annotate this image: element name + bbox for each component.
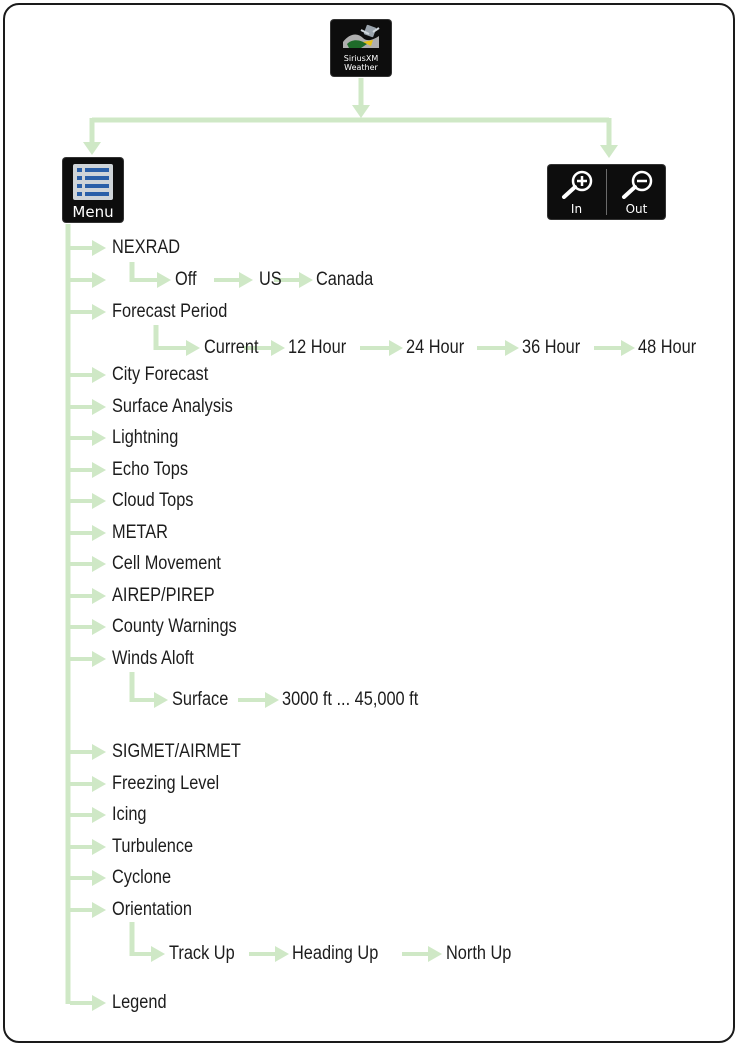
forecast-option-36-hour: 36 Hour [522,337,581,358]
arrow-menu-item-12 [70,651,106,667]
arrow-nexrad-off [130,272,171,288]
arrow-menu-item-7 [70,493,106,509]
menu-item-nexrad: NEXRAD [112,237,181,258]
arrow-menu-item-3 [70,367,106,383]
connector-lines [65,78,635,1011]
zoom-out-icon [622,170,653,199]
zoom-in-button[interactable]: In [548,165,605,219]
arrow-winds-altitudes [238,692,279,708]
arrow-orientation-heading [249,946,289,962]
zoom-divider [606,169,607,215]
arrow-nexrad-us [214,272,253,288]
menu-list-icon [73,164,113,200]
arrow-menu-item-10 [70,588,106,604]
forecast-option-48-hour: 48 Hour [638,337,697,358]
siriusxm-weather-button[interactable]: SiriusXM Weather [331,20,391,76]
forecast-option-24-hour: 24 Hour [406,337,465,358]
orientation-option-track-up: Track Up [169,943,235,964]
menu-item-lightning: Lightning [112,427,179,448]
arrow-down-main [352,78,370,118]
menu-item-winds-aloft: Winds Aloft [112,648,194,669]
menu-item-cell-movement: Cell Movement [112,553,221,574]
menu-item-county-warnings: County Warnings [112,616,237,637]
zoom-out-button[interactable]: Out [608,165,665,219]
arrow-menu-item-0 [70,240,106,256]
arrow-orientation-north [402,946,442,962]
winds-option-surface: Surface [172,689,229,710]
menu-item-airep-pirep: AIREP/PIREP [112,585,215,606]
zoom-in-icon [562,170,593,199]
siriusxm-label-line2: Weather [344,63,378,72]
menu-item-metar: METAR [112,522,168,543]
siriusxm-label-line1: SiriusXM [343,54,379,63]
arrow-menu-item-5 [70,430,106,446]
arrow-menu-item-15 [70,807,106,823]
arrow-down-zoom [600,118,618,158]
nexrad-option-off: Off [175,269,197,290]
menu-item-freezing-level: Freezing Level [112,773,220,794]
menu-item-orientation: Orientation [112,899,192,920]
arrow-menu-item-18 [70,902,106,918]
arrow-forecast-24 [360,340,403,356]
menu-item-sigmet-airmet: SIGMET/AIRMET [112,741,241,762]
menu-item-legend: Legend [112,992,167,1013]
arrow-menu-item-9 [70,556,106,572]
winds-option-altitudes: 3000 ft ... 45,000 ft [282,689,419,710]
menu-item-turbulence: Turbulence [112,836,194,857]
menu-item-icing: Icing [112,804,147,825]
arrow-menu-item-2 [70,304,106,320]
zoom-button-group: In Out [548,165,665,219]
arrow-menu-item-13 [70,744,106,760]
siriusxm-weather-icon [343,24,380,48]
forecast-option-12-hour: 12 Hour [288,337,347,358]
menu-item-echo-tops: Echo Tops [112,459,189,480]
arrow-down-menu [83,118,101,155]
menu-label: Menu [72,203,114,221]
menu-button[interactable]: Menu [63,158,123,222]
arrow-forecast-48 [594,340,635,356]
arrow-menu-item-19 [70,995,106,1011]
arrow-menu-item-6 [70,462,106,478]
orientation-option-north-up: North Up [446,943,512,964]
zoom-out-label: Out [625,202,648,216]
arrow-forecast-current [154,340,200,356]
menu-item-forecast-period: Forecast Period [112,301,228,322]
arrow-menu-item-4 [70,399,106,415]
arrow-menu-item-14 [70,776,106,792]
forecast-option-current: Current [204,337,259,358]
menu-item-cloud-tops: Cloud Tops [112,490,194,511]
orientation-option-heading-up: Heading Up [292,943,379,964]
arrow-menu-item-16 [70,839,106,855]
arrow-menu-item-1 [70,272,106,288]
menu-item-cyclone: Cyclone [112,867,172,888]
nexrad-option-canada: Canada [316,269,374,290]
nexrad-option-us: US [259,269,282,290]
menu-item-surface-analysis: Surface Analysis [112,396,233,417]
arrow-menu-item-11 [70,619,106,635]
menu-item-city-forecast: City Forecast [112,364,209,385]
arrow-winds-surface [130,692,168,708]
arrow-orientation-track [130,946,165,962]
zoom-in-label: In [570,202,583,216]
arrow-menu-item-17 [70,870,106,886]
arrow-menu-item-8 [70,525,106,541]
arrow-forecast-36 [477,340,519,356]
